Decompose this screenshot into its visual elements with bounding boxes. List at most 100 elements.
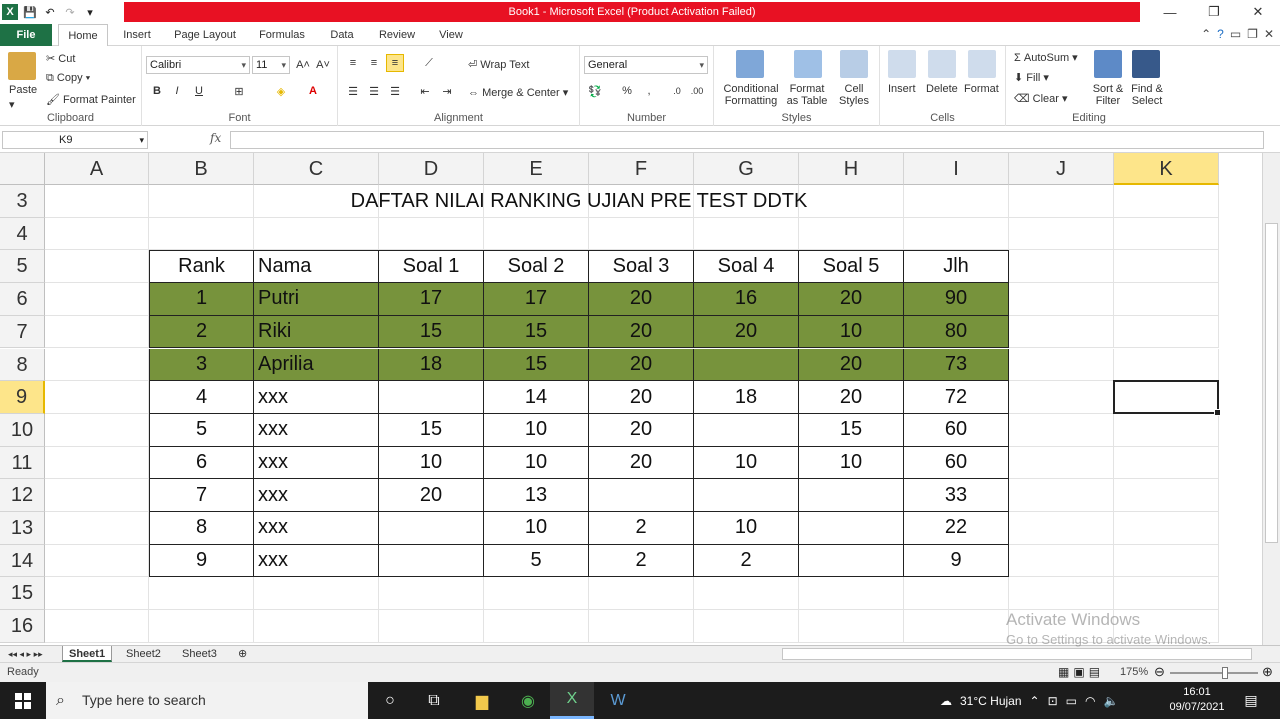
grid-cell[interactable] [1114,283,1219,316]
row-header-9[interactable]: 9 [0,381,45,414]
windows-start-icon[interactable] [0,682,46,719]
accounting-format-icon[interactable]: 💱 [586,82,604,100]
sheet-tab-1[interactable]: Sheet1 [62,646,113,662]
clock[interactable]: 16:01 09/07/2021 [1168,685,1226,715]
zoom-slider-knob[interactable] [1222,667,1228,679]
grid-cell[interactable] [45,610,149,643]
table-cell[interactable]: Putri [254,283,379,316]
row-header-3[interactable]: 3 [0,185,45,218]
row-header-13[interactable]: 13 [0,512,45,545]
wrap-text-button[interactable]: ⏎ Wrap Text [468,58,529,71]
grid-cell[interactable] [1114,446,1219,480]
tray-chevron-icon[interactable]: ⌃ [1030,694,1040,708]
grid-cell[interactable] [1114,544,1219,578]
table-cell[interactable] [379,381,484,414]
column-header-a[interactable]: A [45,153,149,185]
tab-home[interactable]: Home [58,24,108,47]
table-cell[interactable]: 15 [484,315,589,349]
merge-center-button[interactable]: ⇔ Merge & Center ▾ [468,86,568,99]
italic-icon[interactable]: I [168,82,186,100]
grid-cell[interactable] [254,577,379,611]
active-cell-k9[interactable] [1113,380,1221,416]
table-cell[interactable] [379,512,484,545]
help-icon[interactable]: ? [1217,27,1224,41]
align-center-icon[interactable]: ☰ [365,82,383,100]
vertical-scroll-thumb[interactable] [1265,223,1278,543]
table-header-cell[interactable]: Soal 3 [589,250,694,284]
borders-icon[interactable]: ⊞ [230,82,248,100]
table-cell[interactable]: 4 [149,381,254,414]
insert-cells-icon[interactable] [888,50,916,78]
grid-cell[interactable] [1009,250,1114,284]
normal-view-icon[interactable]: ▦ [1058,665,1069,679]
grid-cell[interactable] [254,610,379,643]
table-cell[interactable]: 16 [694,283,799,316]
paste-icon[interactable] [8,52,36,80]
table-cell[interactable]: xxx [254,479,379,512]
grid-cell[interactable] [1114,577,1219,611]
chrome-icon[interactable]: ◉ [506,682,550,719]
grid-cell[interactable] [1114,479,1219,512]
grid-cell[interactable] [904,577,1009,611]
tab-data[interactable]: Data [326,24,358,46]
grid-cell[interactable] [694,217,799,251]
wifi-icon[interactable]: ◠ [1085,694,1095,708]
grid-cell[interactable] [149,577,254,611]
orientation-icon[interactable]: ⟋ [420,54,438,72]
table-cell[interactable]: 20 [589,413,694,447]
weather-icon[interactable]: ☁ [940,694,952,708]
column-header-j[interactable]: J [1009,153,1114,185]
grid-cell[interactable] [589,577,694,611]
grid-cell[interactable] [379,610,484,643]
table-cell[interactable]: 9 [904,544,1009,578]
format-cells-icon[interactable] [968,50,996,78]
column-header-h[interactable]: H [799,153,904,185]
table-cell[interactable] [694,479,799,512]
network-icon[interactable]: ⊡ [1048,694,1058,708]
row-header-15[interactable]: 15 [0,577,45,611]
table-cell[interactable]: 18 [379,348,484,382]
grid-cell[interactable] [45,544,149,578]
grid-cell[interactable] [149,217,254,251]
grid-cell[interactable] [45,413,149,447]
zoom-slider[interactable] [1170,667,1258,679]
table-header-cell[interactable]: Nama [254,250,379,284]
grid-cell[interactable] [1114,217,1219,251]
sheet-tab-2[interactable]: Sheet2 [120,646,167,662]
grid-cell[interactable] [1114,512,1219,545]
table-cell[interactable]: 2 [589,544,694,578]
horizontal-scrollbar[interactable] [782,648,1252,660]
zoom-level[interactable]: 175% [1120,666,1148,678]
column-header-e[interactable]: E [484,153,589,185]
table-cell[interactable] [799,512,904,545]
comma-style-icon[interactable]: , [640,82,658,100]
customize-qat-icon[interactable]: ▾ [82,4,98,20]
table-cell[interactable]: 6 [149,446,254,480]
grid-cell[interactable] [379,217,484,251]
grid-cell[interactable] [799,217,904,251]
delete-cells-button[interactable]: Delete [926,83,958,95]
grid-cell[interactable] [1009,381,1114,414]
table-cell[interactable]: 20 [799,283,904,316]
worksheet-grid[interactable]: A B C D E F G H I J K 3 4 5 6 7 8 9 10 11 12 13 14 15 16 DAFTAR N… [0,153,1262,645]
window-close-icon[interactable]: ✕ [1264,27,1274,41]
grid-cell[interactable] [45,446,149,480]
find-select-button[interactable]: Find & Select [1128,83,1166,107]
select-all-corner[interactable] [0,153,45,185]
middle-align-icon[interactable]: ≡ [365,54,383,72]
table-header-cell[interactable]: Rank [149,250,254,284]
table-cell[interactable]: 10 [799,315,904,349]
conditional-formatting-button[interactable]: Conditional Formatting [722,83,780,107]
table-cell[interactable] [589,479,694,512]
grid-cell[interactable] [484,610,589,643]
cell-styles-button[interactable]: Cell Styles [834,83,874,107]
table-cell[interactable] [799,479,904,512]
row-header-12[interactable]: 12 [0,479,45,512]
zoom-in-icon[interactable]: ⊕ [1262,664,1273,680]
grid-cell[interactable] [1114,413,1219,447]
table-cell[interactable]: 72 [904,381,1009,414]
collapse-ribbon-icon[interactable]: ⌃ [1201,27,1211,41]
table-header-cell[interactable]: Soal 1 [379,250,484,284]
table-cell[interactable]: 20 [379,479,484,512]
tab-page-layout[interactable]: Page Layout [172,24,238,46]
